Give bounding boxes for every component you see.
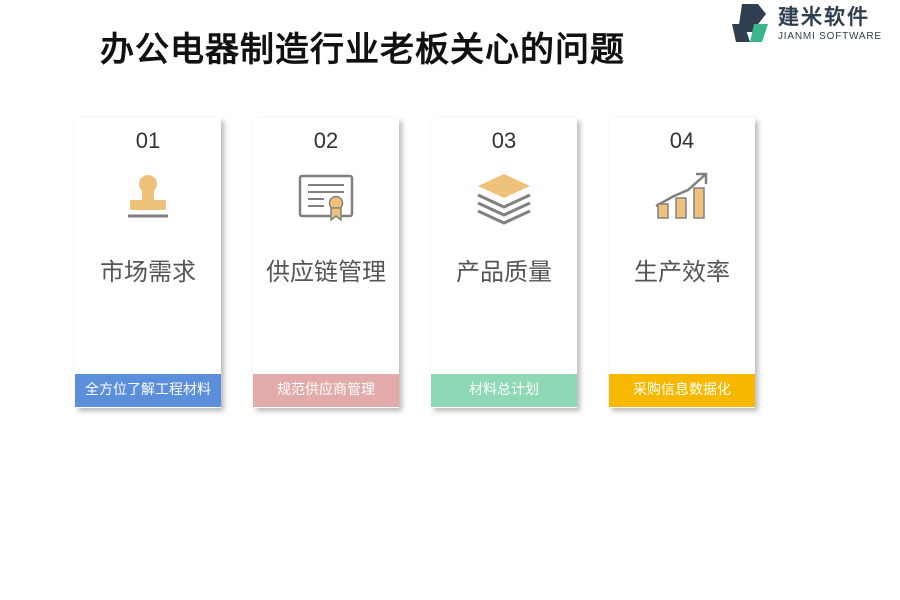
card-bar: 采购信息数据化 [609,374,755,407]
logo-subtitle: JIANMI SOFTWARE [778,31,882,42]
card-supply-chain: 02 供应链管理 规范供应商管理 [253,118,399,408]
card-production-efficiency: 04 生产效率 采购信息数据化 [609,118,755,408]
card-bar: 全方位了解工程材料 [75,374,221,407]
card-title: 市场需求 [100,258,196,286]
brand-logo: 建米软件 JIANMI SOFTWARE [728,0,900,48]
card-title: 生产效率 [634,258,730,286]
card-number: 03 [491,128,517,153]
card-number: 02 [313,128,339,153]
growth-chart-icon [655,172,708,219]
jianmi-logo-icon [732,4,768,42]
card-number: 01 [135,128,161,153]
card-number: 04 [669,128,695,153]
page-title: 办公电器制造行业老板关心的问题 [100,30,625,70]
card-title: 供应链管理 [266,258,386,286]
layers-icon [477,174,531,225]
logo-name: 建米软件 [778,5,870,29]
stamp-icon [128,175,168,218]
card-bar: 规范供应商管理 [253,374,399,407]
card-product-quality: 03 产品质量 材料总计划 [431,118,577,408]
card-bar: 材料总计划 [431,374,577,407]
certificate-icon [298,174,354,222]
card-title: 产品质量 [456,258,552,286]
card-market-demand: 01 市场需求 全方位了解工程材料 [75,118,221,408]
